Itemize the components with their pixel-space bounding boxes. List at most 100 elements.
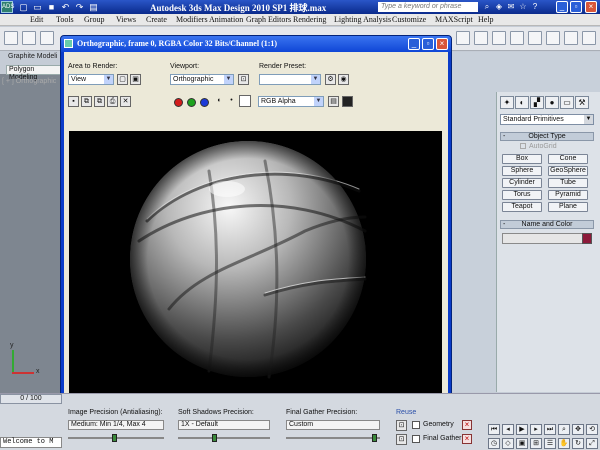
monochrome-icon[interactable]: • <box>226 96 237 107</box>
autogrid-checkbox[interactable]: AutoGrid <box>520 143 557 150</box>
next-frame-icon[interactable]: ▸ <box>530 424 542 435</box>
menu-modifiers[interactable]: Modifiers <box>176 15 208 24</box>
area-to-render-select[interactable]: View ▼ <box>68 74 114 85</box>
object-color-swatch[interactable] <box>582 233 592 244</box>
edit-region-icon[interactable]: ▢ <box>117 74 128 85</box>
render-minimize-button[interactable]: _ <box>408 38 420 50</box>
open-file-icon[interactable]: ▭ <box>32 2 43 12</box>
search-icon[interactable]: ⌕ <box>482 2 492 12</box>
save-file-icon[interactable]: ■ <box>46 2 57 12</box>
search-input[interactable]: Type a keyword or phrase <box>378 2 478 12</box>
soft-shadows-field[interactable]: 1X - Default <box>178 420 270 430</box>
render-setup-icon[interactable] <box>474 31 488 45</box>
rendered-frame-icon[interactable] <box>492 31 506 45</box>
time-config-icon[interactable]: ◷ <box>488 438 500 449</box>
modify-tab-icon[interactable]: ◐ <box>515 96 529 109</box>
menu-edit[interactable]: Edit <box>30 15 43 24</box>
activeshade-icon[interactable] <box>564 31 578 45</box>
reuse-geometry-lock-icon[interactable]: ⊡ <box>396 420 407 431</box>
close-button[interactable]: × <box>585 1 597 13</box>
print-image-icon[interactable]: ⎙ <box>107 96 118 107</box>
orbit-icon[interactable]: ⟲ <box>586 424 598 435</box>
arc-rotate-icon[interactable]: ↻ <box>572 438 584 449</box>
red-channel-toggle[interactable] <box>174 98 183 107</box>
undo-toolbar-icon[interactable] <box>4 31 18 45</box>
green-channel-toggle[interactable] <box>187 98 196 107</box>
render-output-area[interactable] <box>69 131 442 393</box>
menu-animation[interactable]: Animation <box>209 15 243 24</box>
copy-image-icon[interactable]: ⧉ <box>81 96 92 107</box>
geometry-checkbox[interactable] <box>412 421 420 429</box>
help-icon[interactable]: ? <box>530 2 540 12</box>
restore-button[interactable]: ▫ <box>570 1 582 13</box>
undo-icon[interactable]: ↶ <box>60 2 71 12</box>
field-of-view-icon[interactable]: ◇ <box>502 438 514 449</box>
cylinder-button[interactable]: Cylinder <box>502 178 542 188</box>
quick-render-icon[interactable] <box>510 31 524 45</box>
render-teapot-icon[interactable]: ◉ <box>338 74 349 85</box>
unlink-icon[interactable] <box>40 31 54 45</box>
final-gather-thumb[interactable] <box>372 434 377 442</box>
box-button[interactable]: Box <box>502 154 542 164</box>
motion-tab-icon[interactable]: ● <box>545 96 559 109</box>
minimize-button[interactable]: _ <box>556 1 568 13</box>
time-slider[interactable]: 0 / 100 <box>0 394 62 404</box>
subscription-icon[interactable]: ◈ <box>494 2 504 12</box>
ribbon-tab[interactable]: Graphite Modeli <box>8 53 62 63</box>
final-gather-field[interactable]: Custom <box>286 420 380 430</box>
previous-frame-icon[interactable]: ◂ <box>502 424 514 435</box>
material-editor-icon[interactable] <box>456 31 470 45</box>
image-precision-field[interactable]: Medium: Min 1/4, Max 4 <box>68 420 164 430</box>
menu-maxscript[interactable]: MAXScript <box>435 15 473 24</box>
zoom-all-icon[interactable]: ⊞ <box>530 438 542 449</box>
menu-help[interactable]: Help <box>478 15 494 24</box>
teapot-button[interactable]: Teapot <box>502 202 542 212</box>
object-type-rollout[interactable]: - Object Type <box>500 132 594 141</box>
toggle-ui-icon[interactable]: ▤ <box>328 96 339 107</box>
menu-tools[interactable]: Tools <box>56 15 74 24</box>
viewport-select[interactable]: Orthographic ▼ <box>170 74 234 85</box>
menu-views[interactable]: Views <box>116 15 136 24</box>
final-gather-checkbox[interactable] <box>412 435 420 443</box>
play-icon[interactable]: ▶ <box>516 424 528 435</box>
menu-customize[interactable]: Customize <box>392 15 426 24</box>
blue-channel-toggle[interactable] <box>200 98 209 107</box>
clear-image-icon[interactable]: ✕ <box>120 96 131 107</box>
favorites-icon[interactable]: ☆ <box>518 2 528 12</box>
torus-button[interactable]: Torus <box>502 190 542 200</box>
go-to-end-icon[interactable]: ⏭ <box>544 424 556 435</box>
go-to-start-icon[interactable]: ⏮ <box>488 424 500 435</box>
display-tab-icon[interactable]: ▭ <box>560 96 574 109</box>
display-mode-icon[interactable] <box>342 96 353 107</box>
render-production-icon[interactable] <box>528 31 542 45</box>
background-color-swatch[interactable] <box>239 95 251 107</box>
primitive-category-select[interactable]: Standard Primitives ▼ <box>500 114 594 125</box>
object-name-field[interactable] <box>502 233 590 244</box>
zoom-extents-icon[interactable]: ▣ <box>516 438 528 449</box>
image-precision-thumb[interactable] <box>112 434 117 442</box>
polygon-modeling-tab[interactable]: Polygon Modeling <box>6 65 64 81</box>
hand-pan-icon[interactable]: ✋ <box>558 438 570 449</box>
lock-viewport-icon[interactable]: ⊡ <box>238 74 249 85</box>
render-maximize-button[interactable]: ▫ <box>422 38 434 50</box>
reuse-fg-lock-icon[interactable]: ⊡ <box>396 434 407 445</box>
menu-graph-editors[interactable]: Graph Editors <box>246 15 291 24</box>
menu-group[interactable]: Group <box>84 15 104 24</box>
app-logo-icon[interactable]: ADS <box>1 1 14 13</box>
redo-icon[interactable]: ↷ <box>74 2 85 12</box>
menu-rendering[interactable]: Rendering <box>293 15 326 24</box>
display-channel-select[interactable]: RGB Alpha ▼ <box>258 96 324 107</box>
pan-icon[interactable]: ✥ <box>572 424 584 435</box>
final-gather-slider[interactable] <box>286 437 380 439</box>
clone-window-icon[interactable]: ⧉ <box>94 96 105 107</box>
utilities-tab-icon[interactable]: ⚒ <box>575 96 589 109</box>
new-file-icon[interactable]: ▢ <box>18 2 29 12</box>
name-and-color-rollout[interactable]: - Name and Color <box>500 220 594 229</box>
alpha-channel-icon[interactable]: ◐ <box>214 96 225 107</box>
teapot-render-icon[interactable] <box>546 31 560 45</box>
soft-shadows-thumb[interactable] <box>212 434 217 442</box>
communication-icon[interactable]: ✉ <box>506 2 516 12</box>
walk-icon[interactable]: ☰ <box>544 438 556 449</box>
tube-button[interactable]: Tube <box>548 178 588 188</box>
menu-lighting-analysis[interactable]: Lighting Analysis <box>334 15 391 24</box>
